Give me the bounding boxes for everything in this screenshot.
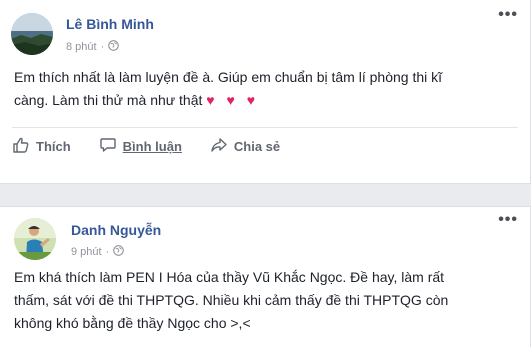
post-options-icon[interactable]: ••• [498, 6, 518, 24]
comment-button[interactable]: Bình luận [99, 136, 182, 157]
post-time[interactable]: 8 phút [66, 41, 97, 53]
post-text: Em thích nhất là làm luyện đề à. Giúp em… [14, 66, 519, 112]
post-text-line: càng. Làm thi thử mà như thật ♥ ♥ ♥ [14, 92, 260, 108]
author-name[interactable]: Lê Bình Minh [66, 16, 154, 32]
post-text-line: không khó bằng đề thầy Ngọc cho >,< [14, 315, 251, 331]
globe-icon [113, 245, 125, 259]
share-icon [210, 136, 228, 157]
post-card: Lê Bình Minh 8 phút · ••• Em thích nhất … [0, 0, 531, 184]
divider [12, 127, 518, 128]
like-label: Thích [36, 139, 71, 154]
post-text-line: thấm, sát với đề thi THPTQG. Nhiều khi c… [14, 292, 449, 308]
author-avatar[interactable] [11, 13, 53, 55]
like-button[interactable]: Thích [12, 136, 71, 157]
post-time[interactable]: 9 phút [71, 246, 102, 258]
post-actions: Thích Bình luận Chia sẻ [12, 136, 280, 157]
author-avatar[interactable] [14, 218, 56, 260]
thumbs-up-icon [12, 136, 30, 157]
share-button[interactable]: Chia sẻ [210, 136, 280, 157]
comment-label: Bình luận [122, 139, 182, 154]
post-options-icon[interactable]: ••• [498, 211, 518, 229]
globe-icon [108, 40, 120, 54]
post-meta: 9 phút · [71, 245, 125, 259]
comment-icon [99, 136, 117, 157]
heart-icons: ♥ ♥ ♥ [206, 92, 260, 108]
share-label: Chia sẻ [233, 139, 281, 154]
post-meta: 8 phút · [66, 40, 120, 54]
post-text: Em khá thích làm PEN I Hóa của thầy Vũ K… [14, 266, 519, 335]
author-name[interactable]: Danh Nguyễn [71, 222, 161, 238]
post-text-line: Em thích nhất là làm luyện đề à. Giúp em… [14, 69, 443, 85]
post-text-line: Em khá thích làm PEN I Hóa của thầy Vũ K… [14, 269, 445, 285]
post-card: Danh Nguyễn 9 phút · ••• Em khá thích là… [0, 206, 531, 347]
